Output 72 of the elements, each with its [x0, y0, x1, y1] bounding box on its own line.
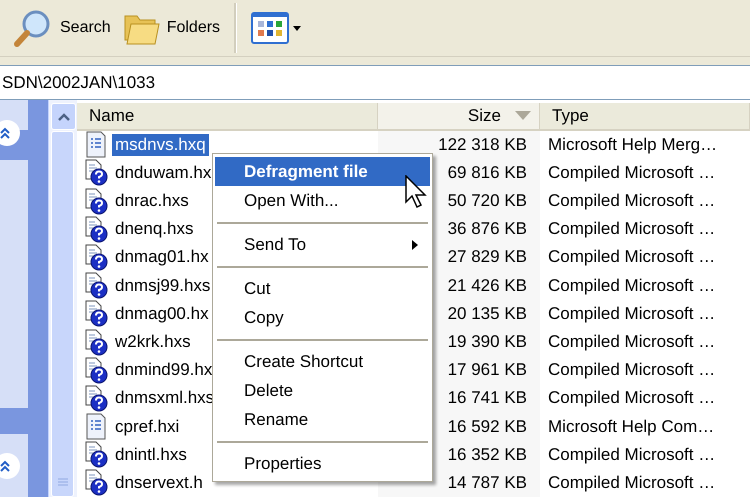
- menu-item[interactable]: Copy: [215, 303, 430, 332]
- file-type: Microsoft Help Merg…: [547, 134, 718, 155]
- file-type: Compiled Microsoft …: [547, 191, 716, 212]
- file-type: Compiled Microsoft …: [547, 247, 716, 268]
- file-size: 17 961 KB: [448, 360, 527, 380]
- column-header[interactable]: Type: [540, 103, 750, 129]
- file-size: 50 720 KB: [448, 191, 527, 212]
- file-size: 14 787 KB: [448, 472, 527, 493]
- file-size: 16 352 KB: [448, 444, 527, 465]
- help-file-icon: [84, 216, 110, 243]
- help-file-icon: [84, 159, 110, 186]
- file-name[interactable]: cpref.hxi: [112, 416, 182, 438]
- file-name[interactable]: dnintl.hxs: [112, 444, 190, 466]
- file-size: 16 741 KB: [448, 388, 527, 408]
- file-name[interactable]: dnmag01.hx: [112, 246, 212, 268]
- file-name[interactable]: dnrac.hxs: [112, 190, 192, 212]
- help-file-icon: [84, 328, 110, 356]
- folders-button[interactable]: Folders: [118, 4, 224, 52]
- file-name[interactable]: dnmag00.hx: [112, 302, 212, 325]
- column-header[interactable]: Size: [378, 103, 540, 129]
- file-name[interactable]: w2krk.hxs: [112, 331, 194, 354]
- file-name[interactable]: dnservext.h: [112, 472, 206, 494]
- file-size: 122 318 KB: [438, 134, 527, 155]
- file-type: Compiled Microsoft …: [547, 360, 716, 380]
- file-name[interactable]: dnenq.hxs: [112, 218, 196, 240]
- file-size: 20 135 KB: [448, 304, 527, 324]
- caret-icon: [293, 26, 302, 30]
- scroll-up-button[interactable]: [51, 103, 76, 130]
- file-type: Compiled Microsoft …: [547, 388, 716, 408]
- file-size: 19 390 KB: [448, 332, 527, 352]
- file-name[interactable]: dnmsj99.hxs: [112, 274, 214, 297]
- file-type: Microsoft Help Com…: [547, 416, 714, 437]
- menu-item[interactable]: Delete: [215, 376, 430, 405]
- help-file-icon: [84, 244, 110, 271]
- mouse-cursor-icon: [405, 175, 427, 209]
- menu-item[interactable]: Create Shortcut: [215, 347, 430, 376]
- help-file-icon: [84, 300, 110, 328]
- help-file-icon: [84, 384, 110, 412]
- file-type: Compiled Microsoft …: [547, 219, 716, 240]
- search-button[interactable]: Search: [8, 4, 115, 52]
- address-field[interactable]: SDN\2002JAN\1033: [0, 65, 750, 100]
- file-type: Compiled Microsoft …: [547, 332, 716, 352]
- file-size: 27 829 KB: [448, 247, 527, 268]
- collapse-icon[interactable]: [0, 453, 20, 479]
- help-file-icon: [84, 272, 110, 300]
- file-type: Compiled Microsoft …: [547, 472, 716, 493]
- file-size: 21 426 KB: [448, 276, 527, 296]
- submenu-arrow-icon: [412, 240, 418, 250]
- help-file-icon: [84, 441, 110, 468]
- file-type: Compiled Microsoft …: [547, 162, 716, 183]
- file-type: Compiled Microsoft …: [547, 276, 716, 296]
- sort-icon: [515, 111, 531, 120]
- help-file-icon: [84, 356, 110, 384]
- file-name[interactable]: msdnvs.hxq: [112, 134, 209, 156]
- menu-item[interactable]: Properties: [215, 449, 430, 478]
- file-name[interactable]: dnduwam.hx: [112, 162, 214, 184]
- collapse-icon[interactable]: [0, 120, 20, 146]
- file-type: Compiled Microsoft …: [547, 444, 716, 465]
- grip-icon: [58, 478, 68, 486]
- menu-item[interactable]: Defragment file: [215, 157, 430, 186]
- grid-view-icon: [251, 12, 290, 44]
- menu-item[interactable]: Send To: [215, 230, 430, 259]
- file-name[interactable]: dnmind99.hx: [112, 359, 216, 382]
- scroll-thumb[interactable]: [51, 131, 74, 497]
- menu-item[interactable]: Rename: [215, 405, 430, 434]
- menu-item[interactable]: Cut: [215, 274, 430, 303]
- file-size: 16 592 KB: [448, 416, 527, 437]
- file-type: Compiled Microsoft …: [547, 304, 716, 324]
- menu-item[interactable]: Open With...: [215, 186, 430, 215]
- file-size: 69 816 KB: [448, 162, 527, 183]
- help-file-icon: [84, 188, 110, 215]
- file-size: 36 876 KB: [448, 219, 527, 240]
